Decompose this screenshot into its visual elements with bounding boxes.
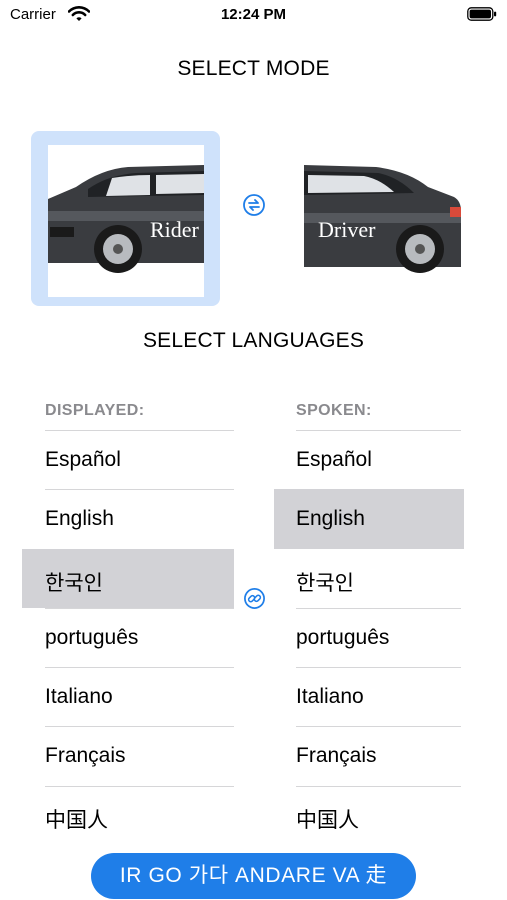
spoken-language-label: 한국인	[296, 571, 354, 595]
spoken-language-label: Français	[296, 744, 377, 768]
spoken-header: SPOKEN:	[296, 402, 372, 419]
driver-car-text: Driver	[318, 217, 376, 242]
spoken-language-label: English	[296, 507, 365, 531]
displayed-language-label: Français	[45, 744, 126, 768]
displayed-language-item[interactable]: português	[0, 607, 240, 667]
select-mode-title: SELECT MODE	[177, 57, 330, 80]
displayed-language-item-selected[interactable]: 한국인	[22, 548, 234, 608]
battery-icon	[467, 7, 497, 21]
spoken-language-item[interactable]: 한국인	[274, 549, 464, 608]
clock: 12:24 PM	[220, 6, 287, 23]
displayed-language-item[interactable]: 中国人	[0, 785, 240, 845]
swap-mode-icon[interactable]	[242, 193, 266, 217]
spoken-language-item-selected[interactable]: English	[274, 489, 464, 549]
spoken-language-label: português	[296, 625, 390, 649]
spoken-language-label: 中国人	[296, 808, 359, 832]
spoken-language-item[interactable]: português	[274, 607, 464, 667]
displayed-language-label: português	[45, 625, 139, 649]
displayed-language-label: English	[45, 507, 114, 531]
driver-car-image[interactable]: Driver	[304, 145, 461, 297]
spoken-language-item[interactable]: 中国人	[274, 785, 464, 845]
displayed-language-label: 中国人	[45, 808, 108, 832]
displayed-language-item[interactable]: Italiano	[0, 667, 240, 726]
spoken-language-item[interactable]: Italiano	[274, 667, 464, 726]
rider-car-image[interactable]: Rider	[48, 145, 204, 297]
spoken-language-label: Español	[296, 448, 372, 471]
spoken-language-item[interactable]: Français	[274, 726, 464, 785]
spoken-language-label: Italiano	[296, 685, 364, 709]
go-button[interactable]: IR GO 가다 ANDARE VA 走	[91, 853, 416, 899]
displayed-language-item[interactable]: Français	[0, 726, 240, 785]
select-languages-title: SELECT LANGUAGES	[142, 329, 365, 352]
rider-car-text: Rider	[150, 217, 200, 242]
displayed-language-label: Italiano	[45, 685, 113, 709]
displayed-header: DISPLAYED:	[45, 402, 145, 419]
spoken-language-item[interactable]: Español	[274, 430, 464, 489]
displayed-language-label: 한국인	[45, 571, 103, 595]
displayed-language-item[interactable]: English	[0, 489, 240, 548]
displayed-language-label: Español	[45, 448, 121, 471]
link-languages-icon[interactable]	[243, 587, 266, 610]
displayed-language-item[interactable]: Español	[0, 430, 240, 489]
status-bar: Carrier 12:24 PM	[0, 0, 507, 32]
